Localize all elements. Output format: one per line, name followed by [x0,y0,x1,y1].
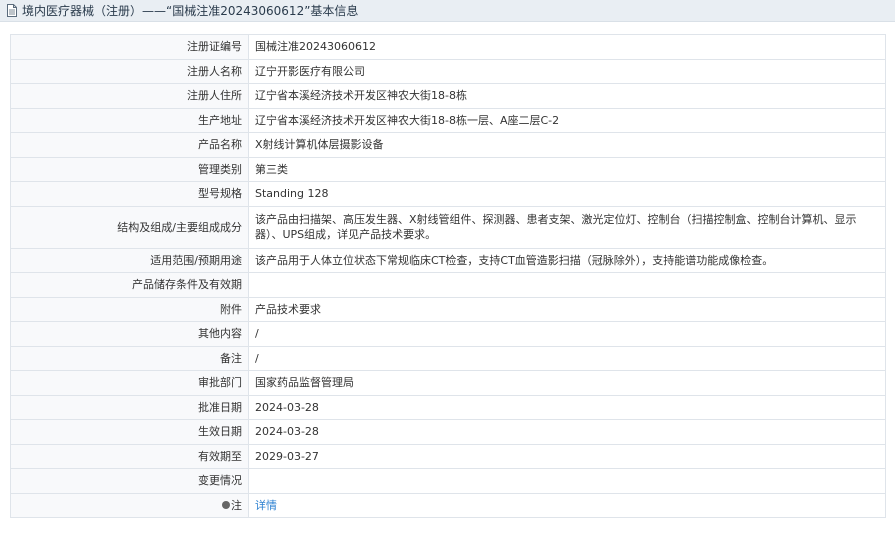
table-row: 结构及组成/主要组成成分 该产品由扫描架、高压发生器、X射线管组件、探测器、患者… [10,205,886,249]
row-label: 管理类别 [10,156,249,182]
table-row: 批准日期 2024-03-28 [10,394,886,420]
row-value: / [248,345,886,371]
row-label: 结构及组成/主要组成成分 [10,205,249,249]
page-header: 境内医疗器械（注册）——“国械注准20243060612”基本信息 [0,0,895,22]
table-row: 适用范围/预期用途 该产品用于人体立位状态下常规临床CT检查，支持CT血管造影扫… [10,247,886,273]
table-row: 备注 / [10,345,886,371]
note-label-cell: 注 [10,492,249,518]
row-label: 型号规格 [10,181,249,207]
row-value: 2029-03-27 [248,443,886,469]
device-info-table: 注册证编号 国械注准20243060612 注册人名称 辽宁开影医疗有限公司 注… [10,34,886,518]
table-row: 注册人住所 辽宁省本溪经济技术开发区神农大街18-8栋 [10,83,886,109]
table-row: 其他内容 / [10,321,886,347]
row-label: 批准日期 [10,394,249,420]
row-value: 国家药品监督管理局 [248,370,886,396]
row-label: 产品名称 [10,132,249,158]
row-label: 备注 [10,345,249,371]
table-row: 有效期至 2029-03-27 [10,443,886,469]
row-value [248,468,886,494]
table-row: 注 详情 [10,492,886,518]
details-link[interactable]: 详情 [255,499,277,512]
table-row: 管理类别 第三类 [10,156,886,182]
row-value: Standing 128 [248,181,886,207]
note-value-cell: 详情 [248,492,886,518]
row-value [248,272,886,298]
row-label: 审批部门 [10,370,249,396]
row-value: X射线计算机体层摄影设备 [248,132,886,158]
row-value: 国械注准20243060612 [248,34,886,60]
row-label: 产品储存条件及有效期 [10,272,249,298]
row-label: 生效日期 [10,419,249,445]
row-label: 适用范围/预期用途 [10,247,249,273]
table-row: 附件 产品技术要求 [10,296,886,322]
table-row: 注册人名称 辽宁开影医疗有限公司 [10,58,886,84]
row-label: 注册人名称 [10,58,249,84]
row-value: / [248,321,886,347]
row-value: 第三类 [248,156,886,182]
row-label: 注册证编号 [10,34,249,60]
table-row: 变更情况 [10,468,886,494]
row-value: 辽宁开影医疗有限公司 [248,58,886,84]
row-label: 变更情况 [10,468,249,494]
table-row: 生产地址 辽宁省本溪经济技术开发区神农大街18-8栋一层、A座二层C-2 [10,107,886,133]
row-label: 生产地址 [10,107,249,133]
row-value: 该产品由扫描架、高压发生器、X射线管组件、探测器、患者支架、激光定位灯、控制台（… [248,205,886,249]
table-row: 审批部门 国家药品监督管理局 [10,370,886,396]
note-icon [222,500,230,509]
row-value: 2024-03-28 [248,394,886,420]
row-label: 有效期至 [10,443,249,469]
row-value: 2024-03-28 [248,419,886,445]
page-title: 境内医疗器械（注册）——“国械注准20243060612”基本信息 [22,4,359,18]
note-label: 注 [231,498,242,512]
row-label: 附件 [10,296,249,322]
document-icon [7,4,17,17]
table-row: 注册证编号 国械注准20243060612 [10,34,886,60]
table-row: 产品储存条件及有效期 [10,272,886,298]
row-value: 辽宁省本溪经济技术开发区神农大街18-8栋一层、A座二层C-2 [248,107,886,133]
table-row: 产品名称 X射线计算机体层摄影设备 [10,132,886,158]
row-value: 该产品用于人体立位状态下常规临床CT检查，支持CT血管造影扫描（冠脉除外），支持… [248,247,886,273]
row-value: 产品技术要求 [248,296,886,322]
table-row: 生效日期 2024-03-28 [10,419,886,445]
table-row: 型号规格 Standing 128 [10,181,886,207]
row-value: 辽宁省本溪经济技术开发区神农大街18-8栋 [248,83,886,109]
row-label: 其他内容 [10,321,249,347]
row-label: 注册人住所 [10,83,249,109]
